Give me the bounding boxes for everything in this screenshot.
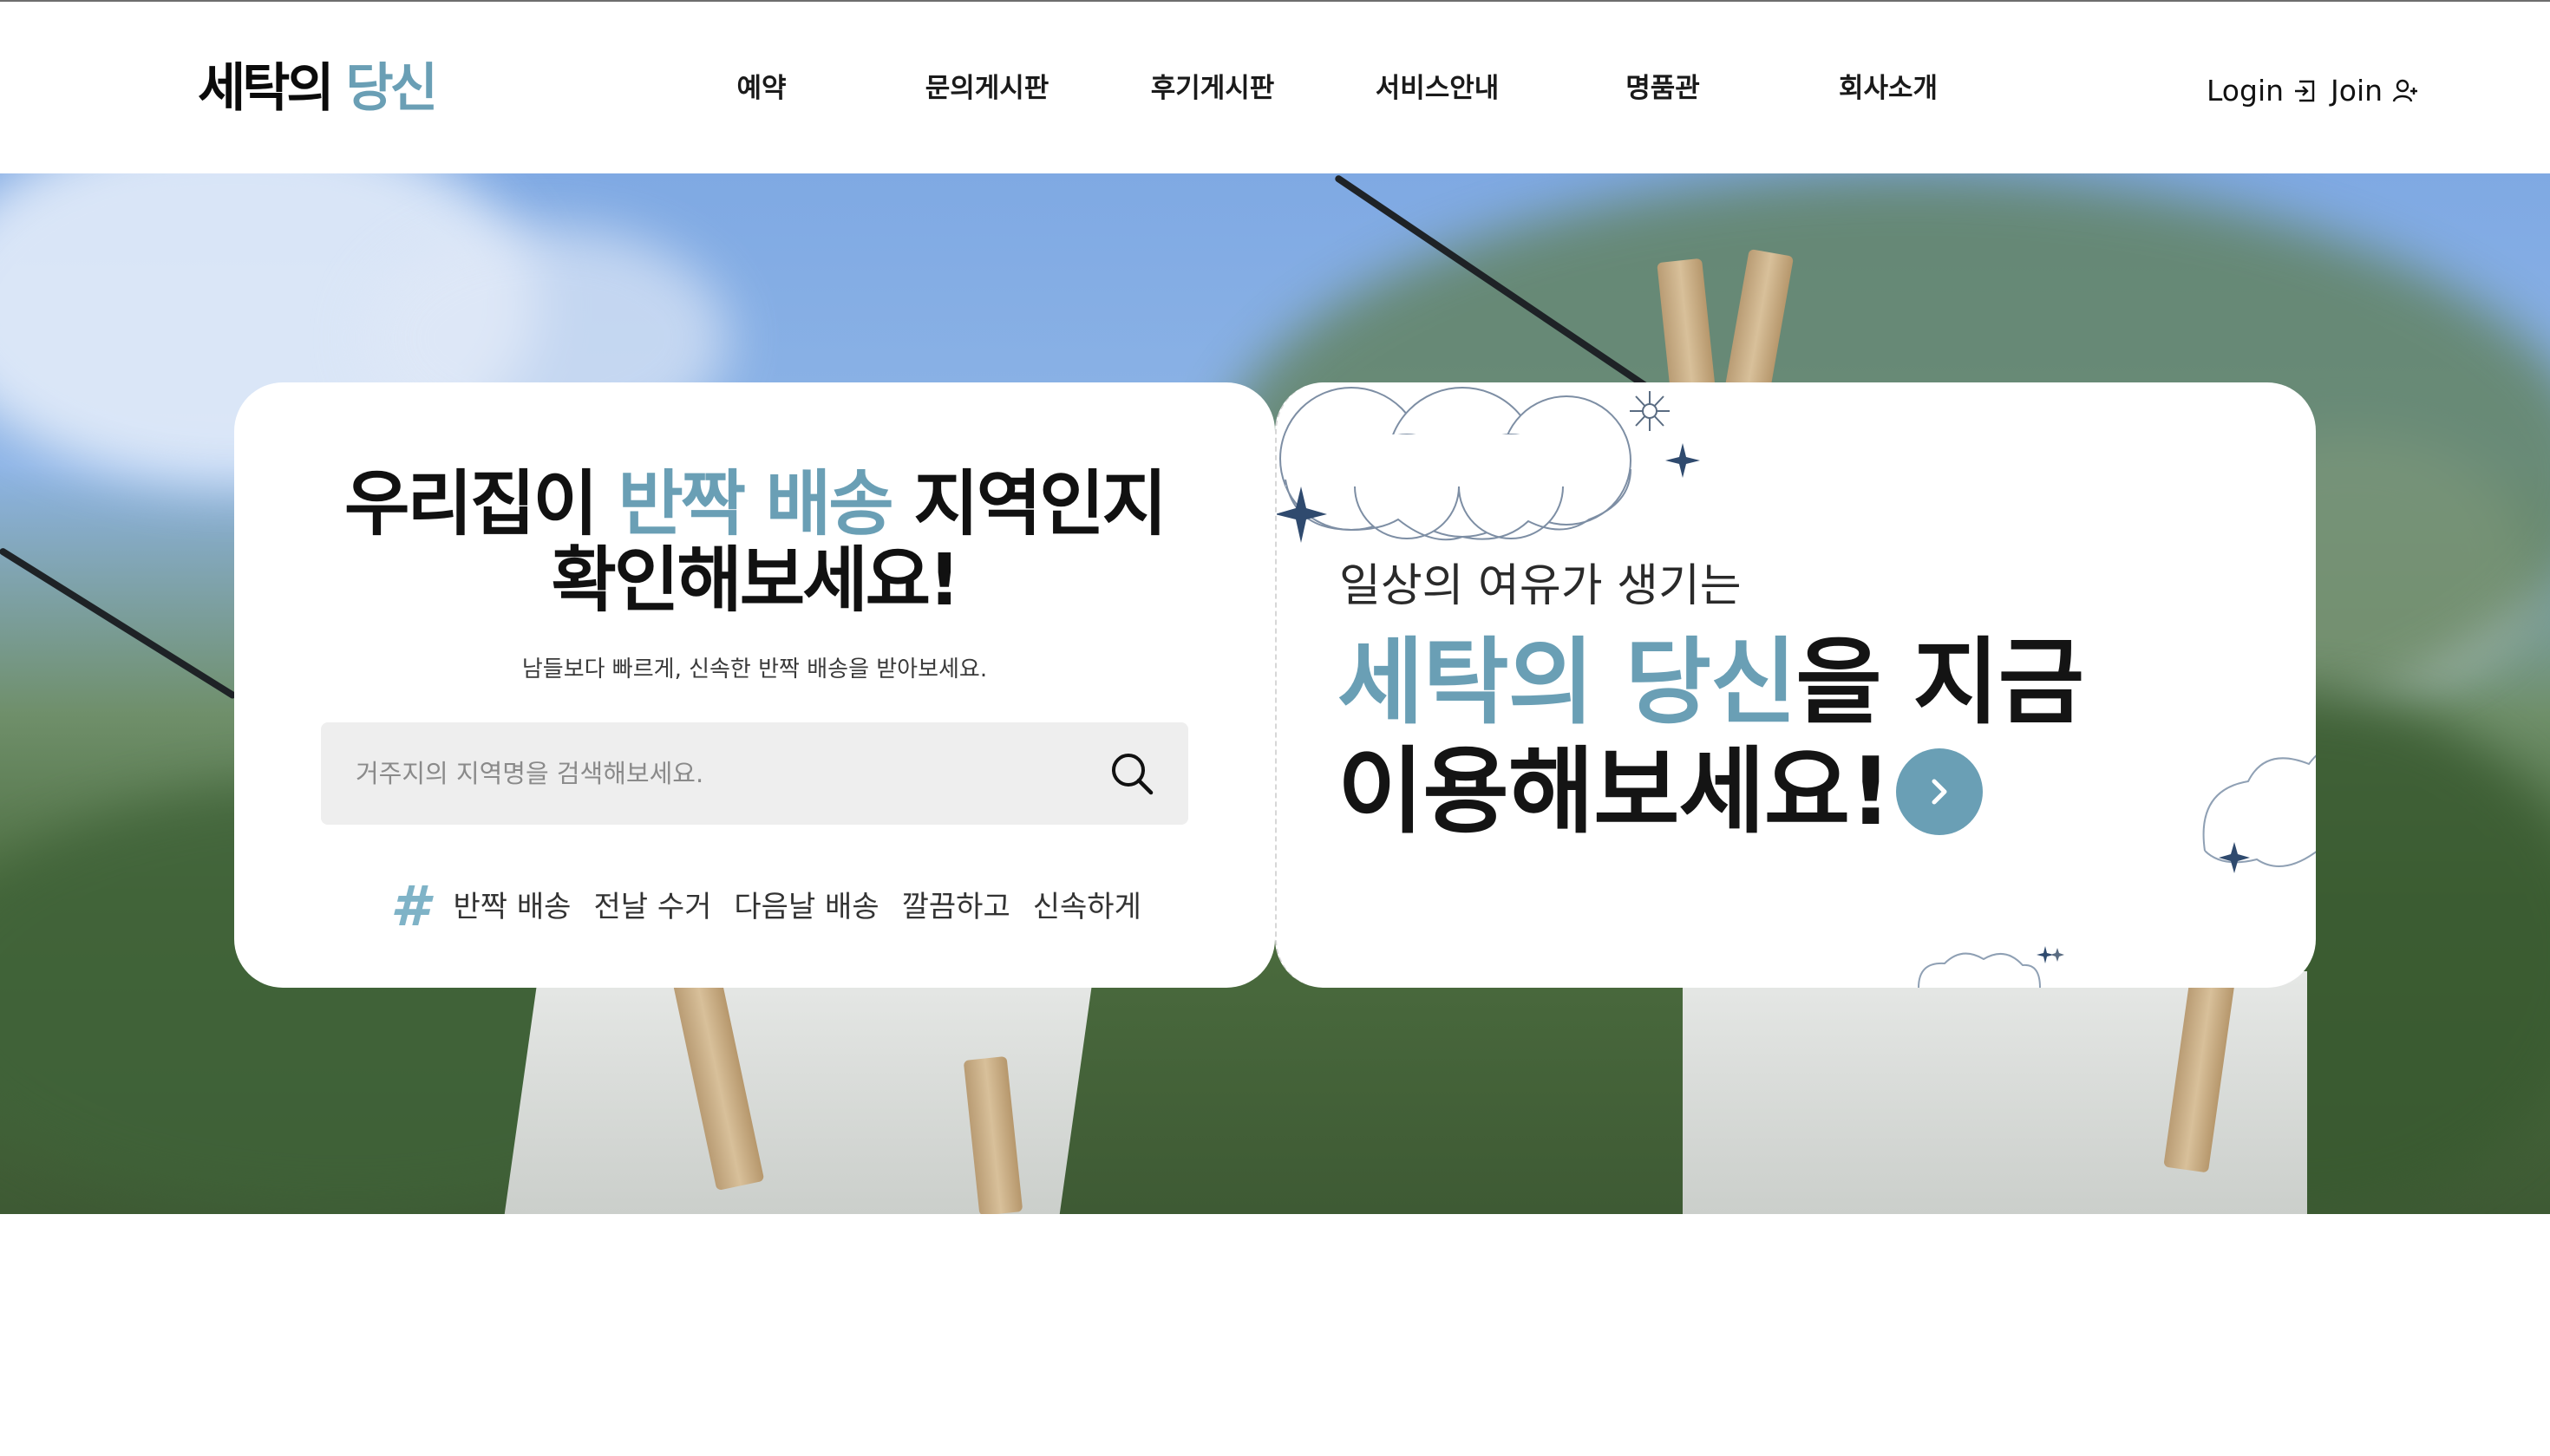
area-search-box [321, 722, 1188, 825]
headline-accent: 반짝 배송 [618, 463, 893, 545]
nav-item-inquiry-board[interactable]: 문의게시판 [925, 68, 1049, 109]
promo-headline-line2: 이용해보세요! [1337, 738, 1892, 846]
promo-headline-text: 을 지금 [1795, 629, 2084, 737]
main-nav: 예약 문의게시판 후기게시판 서비스안내 명품관 회사소개 [0, 68, 2550, 111]
nav-item-reservation[interactable]: 예약 [736, 68, 786, 109]
promo-small-text: 일상의 여유가 생기는 [1339, 560, 1742, 612]
search-icon[interactable] [1102, 743, 1162, 804]
search-card-headline-line1: 우리집이 반짝 배송 지역인지 [234, 466, 1275, 544]
nav-item-service-guide[interactable]: 서비스안내 [1376, 68, 1500, 109]
tag-item[interactable]: 다음날 배송 [734, 877, 879, 937]
delivery-area-search-card: 우리집이 반짝 배송 지역인지 확인해보세요! 남들보다 빠르게, 신속한 반짝… [234, 382, 1275, 988]
login-link[interactable]: Login [2207, 70, 2284, 112]
promo-card: 일상의 여유가 생기는 세탁의 당신을 지금 이용해보세요! [1275, 382, 2316, 988]
search-card-headline-line2: 확인해보세요! [551, 539, 960, 622]
tag-item[interactable]: 전날 수거 [593, 877, 711, 937]
clothesline [0, 546, 238, 700]
auth-links: Login Join [2207, 69, 2419, 113]
join-user-icon[interactable] [2391, 77, 2419, 105]
headline-text: 지역인지 [891, 463, 1167, 545]
hashtag-symbol: # [390, 875, 429, 939]
promo-headline-line1: 세탁의 당신을 지금 [1337, 627, 2084, 740]
tag-item[interactable]: 신속하게 [1033, 877, 1141, 937]
tag-item[interactable]: 깔끔하고 [902, 877, 1010, 937]
join-link[interactable]: Join [2331, 70, 2383, 112]
chevron-right-icon [1932, 779, 1947, 805]
nav-item-company-intro[interactable]: 회사소개 [1839, 68, 1938, 109]
promo-go-button[interactable] [1896, 748, 1983, 835]
area-search-input[interactable] [321, 722, 1102, 825]
tag-item[interactable]: 반짝 배송 [454, 877, 572, 937]
promo-brand-accent: 세탁의 당신 [1337, 629, 1796, 737]
nav-item-luxury-hall[interactable]: 명품관 [1625, 68, 1700, 109]
site-header: 세탁의 당신 예약 문의게시판 후기게시판 서비스안내 명품관 회사소개 Log… [0, 2, 2550, 173]
nav-item-review-board[interactable]: 후기게시판 [1151, 68, 1275, 109]
headline-text: 우리집이 [344, 463, 618, 545]
feature-tags: # 반짝 배송 전날 수거 다음날 배송 깔끔하고 신속하게 [390, 877, 1141, 937]
login-icon[interactable] [2292, 78, 2317, 104]
search-card-subtext: 남들보다 빠르게, 신속한 반짝 배송을 받아보세요. [521, 656, 988, 682]
